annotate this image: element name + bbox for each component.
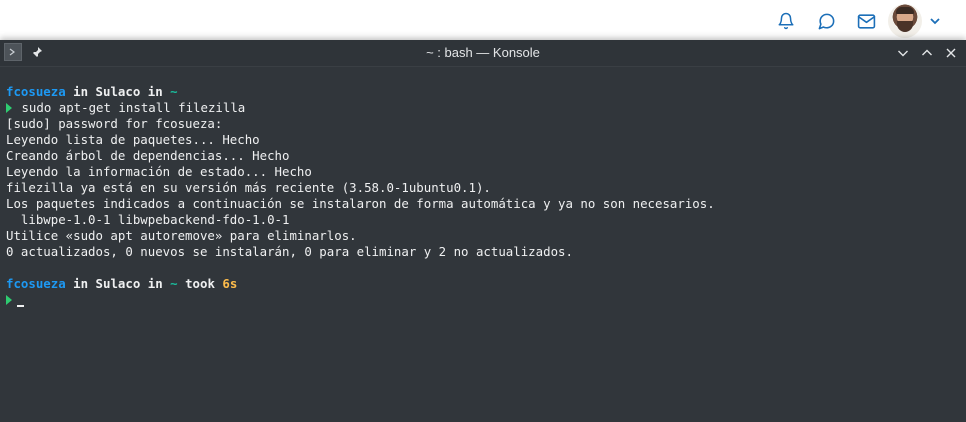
chevron-down-icon (898, 50, 908, 57)
window-titlebar[interactable]: ~ : bash — Konsole (0, 40, 966, 67)
avatar[interactable] (888, 4, 922, 38)
prompt-dir: ~ (170, 84, 178, 99)
account-menu-toggle[interactable] (928, 4, 942, 38)
output-line: libwpe-1.0-1 libwpebackend-fdo-1.0-1 (6, 212, 290, 227)
output-line: 0 actualizados, 0 nuevos se instalarán, … (6, 244, 573, 259)
prompt-text: in (140, 276, 171, 291)
maximize-button[interactable] (918, 44, 936, 62)
output-line: Utilice «sudo apt autoremove» para elimi… (6, 228, 357, 243)
prompt-arrow-icon (6, 103, 12, 113)
output-line: Los paquetes indicados a continuación se… (6, 196, 715, 211)
command-duration: 6s (222, 276, 238, 291)
prompt-text: in (65, 84, 96, 99)
window-controls (894, 44, 960, 62)
prompt-text: took (177, 276, 223, 291)
website-header (0, 0, 966, 40)
header-icons (766, 4, 942, 38)
output-line: Creando árbol de dependencias... Hecho (6, 148, 290, 163)
text-cursor (17, 305, 24, 307)
minimize-button[interactable] (894, 44, 912, 62)
prompt-host: Sulaco (95, 276, 141, 291)
notifications-button[interactable] (766, 4, 806, 38)
output-line: Leyendo la información de estado... Hech… (6, 164, 312, 179)
window-title: ~ : bash — Konsole (426, 45, 540, 60)
close-icon (946, 48, 956, 58)
command-line: sudo apt-get install filezilla (6, 100, 966, 116)
chat-bubble-icon (818, 13, 834, 29)
output-line: Leyendo lista de paquetes... Hecho (6, 132, 260, 147)
prompt-dir: ~ (170, 276, 178, 291)
chevron-down-icon (930, 18, 940, 25)
close-button[interactable] (942, 44, 960, 62)
input-line[interactable] (6, 292, 966, 308)
prompt-user: fcosueza (6, 84, 66, 99)
konsole-window: ~ : bash — Konsole fcosueza in Sulaco in… (0, 40, 966, 422)
mail-button[interactable] (846, 4, 886, 38)
bell-icon (778, 12, 794, 30)
avatar-beard (897, 21, 913, 32)
command-text: sudo apt-get install filezilla (14, 100, 246, 115)
prompt-text: in (140, 84, 171, 99)
mail-icon (857, 13, 875, 29)
terminal-output[interactable]: fcosueza in Sulaco in ~ sudo apt-get ins… (0, 67, 966, 422)
chevron-up-icon (922, 49, 932, 56)
output-line: filezilla ya está en su versión más reci… (6, 180, 491, 195)
output-line: [sudo] password for fcosueza: (6, 116, 223, 131)
prompt-text: in (65, 276, 96, 291)
avatar-hair (896, 7, 914, 14)
prompt-line: fcosueza in Sulaco in ~ took 6s (6, 276, 966, 292)
prompt-arrow-icon (6, 295, 12, 305)
prompt-host: Sulaco (95, 84, 141, 99)
messages-button[interactable] (806, 4, 846, 38)
prompt-user: fcosueza (6, 276, 66, 291)
prompt-line: fcosueza in Sulaco in ~ (6, 84, 966, 100)
